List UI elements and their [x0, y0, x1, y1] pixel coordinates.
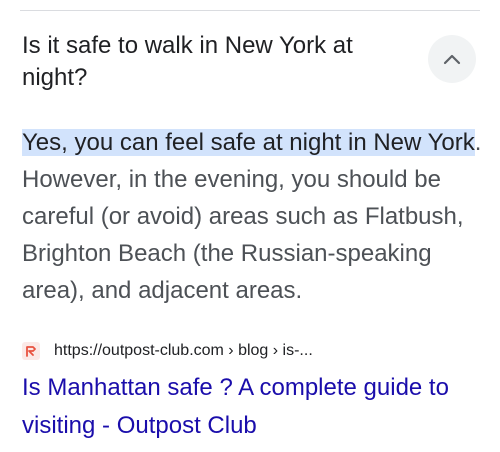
- answer-snippet: Yes, you can feel safe at night in New Y…: [22, 124, 486, 309]
- chevron-up-icon: [443, 54, 461, 65]
- result-title-link[interactable]: Is Manhattan safe ? A complete guide to …: [22, 369, 492, 445]
- question-heading[interactable]: Is it safe to walk in New York at night?: [22, 30, 382, 94]
- collapse-button[interactable]: [428, 35, 476, 83]
- outpost-club-favicon: [22, 342, 40, 360]
- top-divider: [20, 10, 480, 11]
- source-row[interactable]: https://outpost-club.com › blog › is-...: [22, 339, 313, 363]
- source-url[interactable]: https://outpost-club.com › blog › is-...: [54, 342, 313, 360]
- answer-highlight: Yes, you can feel safe at night in New Y…: [22, 129, 475, 156]
